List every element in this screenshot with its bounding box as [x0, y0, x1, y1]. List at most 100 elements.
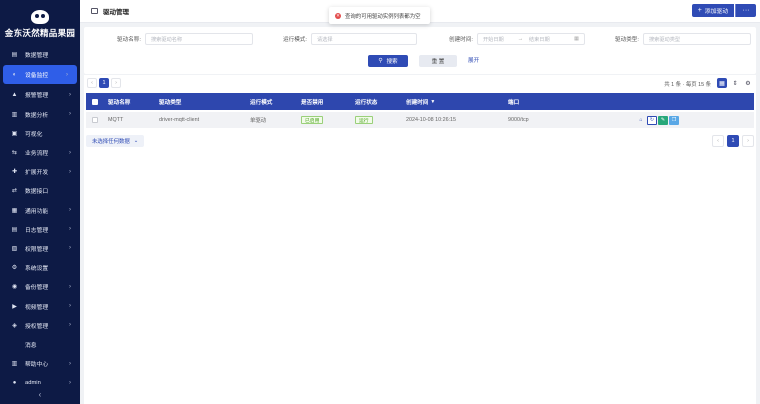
prev-page-button-bottom[interactable]: ‹ — [712, 135, 724, 147]
sidebar-item-13[interactable]: ▶ 视频管理 › — [0, 296, 80, 315]
sidebar-item-2[interactable]: ▲ 报警管理 › — [0, 85, 80, 104]
add-driver-label: 添加驱动 — [704, 9, 728, 15]
grid-view-icon[interactable]: ▦ — [717, 78, 727, 88]
run-mode-label: 运行模式: — [283, 37, 307, 43]
selection-note: 未选择任何数据 — [92, 139, 130, 145]
pagination-bottom: ‹ 1 › — [712, 135, 754, 147]
sidebar-item-label: 权限管理 — [25, 246, 49, 253]
copy-icon[interactable]: ❐ — [669, 115, 679, 125]
chevron-right-icon: › — [69, 283, 71, 290]
search-button[interactable]: ⚲ 搜索 — [368, 55, 408, 67]
table-panel: ‹ 1 › 共 1 条 · 每页 15 条 ▦ ⇕ ⚙ 驱动名称 驱动类型 运行… — [84, 75, 756, 404]
chevron-left-icon: ‹ — [38, 389, 42, 399]
edit-icon[interactable]: ✎ — [658, 115, 668, 125]
col-run-status[interactable]: 运行状态 — [355, 93, 377, 110]
logo: 金东沃然精品果园 — [0, 0, 80, 42]
chevron-right-icon: › — [69, 303, 71, 310]
cell-run-mode: 单驱动 — [250, 118, 267, 124]
chevron-right-icon: › — [66, 71, 68, 78]
sidebar-menu: ▤ 数据管理 ◐ 设备监控 › ▲ 报警管理 › ▥ 数据分析 › ▣ 可视化 ⇆ 业务流程 › ✚ 扩展开发 › ⇄… — [0, 45, 80, 392]
prev-page-button[interactable]: ‹ — [87, 78, 97, 88]
sidebar-item-label: 设备监控 — [25, 73, 49, 80]
chevron-down-icon: ⌄ — [133, 138, 139, 144]
sidebar-item-label: 扩展开发 — [25, 170, 49, 177]
run-mode-placeholder: 请选择 — [316, 36, 333, 43]
sidebar-item-15[interactable]: 消息 — [0, 335, 80, 354]
sidebar-item-14[interactable]: ◈ 授权管理 › — [0, 316, 80, 335]
common-icon: ▦ — [11, 207, 18, 214]
sidebar-item-12[interactable]: ◉ 备份管理 › — [0, 277, 80, 296]
cell-disabled: 已启用 — [301, 112, 324, 128]
col-driver-name[interactable]: 驱动名称 — [108, 93, 130, 110]
driver-type-label: 驱动类型: — [615, 37, 639, 43]
analysis-icon: ▥ — [11, 111, 18, 118]
table-tools: ▦ ⇕ ⚙ — [717, 78, 753, 88]
delete-icon[interactable]: ⌂ — [636, 116, 646, 125]
sidebar-item-0[interactable]: ▤ 数据管理 — [0, 45, 80, 64]
created-time-field: 创建时间: 开始日期 → 结束日期 ▦ — [449, 33, 585, 45]
toast-message: 查询的可用驱动实例列表都为空 — [345, 13, 421, 20]
settings-icon[interactable]: ⚙ — [743, 78, 753, 88]
sidebar-item-7[interactable]: ⇄ 数据接口 — [0, 181, 80, 200]
sidebar-item-10[interactable]: ▧ 权限管理 › — [0, 239, 80, 258]
table-row[interactable]: MQTT driver-mqtt-client 单驱动 已启用 运行 2024-… — [86, 112, 754, 128]
running-badge: 运行 — [355, 116, 373, 124]
sidebar-item-1[interactable]: ◐ 设备监控 › — [3, 65, 77, 85]
sidebar-item-3[interactable]: ▥ 数据分析 › — [0, 105, 80, 124]
sidebar-item-8[interactable]: ▦ 通用功能 › — [0, 201, 80, 220]
row-checkbox[interactable] — [92, 112, 98, 128]
monitor-icon: ◐ — [12, 71, 17, 78]
permission-icon: ▧ — [11, 245, 18, 252]
sidebar-item-label: 业务流程 — [25, 151, 49, 158]
sort-desc-icon: ▼ — [430, 98, 436, 105]
add-driver-button[interactable]: + 添加驱动 — [691, 4, 734, 17]
created-time-label: 创建时间: — [449, 37, 473, 43]
search-panel: 驱动名称: 搜索驱动名称 运行模式: 请选择 创建时间: 开始日期 → 结束日期… — [84, 27, 756, 74]
sidebar-item-label: 数据分析 — [25, 112, 49, 119]
col-driver-type[interactable]: 驱动类型 — [159, 93, 181, 110]
pagination-info: 共 1 条 · 每页 15 条 — [664, 82, 711, 88]
sidebar-item-label: 系统设置 — [25, 266, 49, 273]
page-1-button[interactable]: 1 — [99, 78, 109, 88]
next-page-button-bottom[interactable]: › — [742, 135, 754, 147]
driver-name-input[interactable]: 搜索驱动名称 — [144, 33, 253, 45]
date-range-input[interactable]: 开始日期 → 结束日期 ▦ — [476, 33, 585, 45]
cell-run-status: 运行 — [355, 112, 373, 128]
row-actions: ⌂ ↻ ✎ ❐ — [636, 112, 680, 128]
col-disabled[interactable]: 是否禁用 — [301, 93, 323, 110]
interface-icon: ⇄ — [11, 188, 18, 195]
select-all-checkbox[interactable] — [92, 93, 98, 110]
col-created-time[interactable]: 创建时间 ▼ — [406, 93, 435, 110]
end-date-placeholder: 结束日期 — [528, 36, 550, 43]
col-port[interactable]: 端口 — [508, 93, 519, 110]
column-height-icon[interactable]: ⇕ — [730, 78, 740, 88]
plus-icon: + — [697, 7, 702, 14]
logo-icon — [31, 10, 49, 24]
sidebar-item-5[interactable]: ⇆ 业务流程 › — [0, 143, 80, 162]
refresh-icon[interactable]: ↻ — [647, 115, 657, 125]
expand-button[interactable]: 展开 — [468, 56, 479, 64]
sidebar-item-16[interactable]: ▥ 帮助中心 › — [0, 354, 80, 373]
chevron-right-icon: › — [69, 360, 71, 367]
sidebar-item-label: 数据管理 — [25, 53, 49, 60]
driver-type-placeholder: 搜索驱动类型 — [648, 36, 681, 43]
col-run-mode[interactable]: 运行模式 — [250, 93, 272, 110]
driver-type-input[interactable]: 搜索驱动类型 — [642, 33, 751, 45]
page-1-button-bottom[interactable]: 1 — [727, 135, 739, 147]
sidebar-item-label: 通用功能 — [25, 208, 49, 215]
next-page-button[interactable]: › — [111, 78, 121, 88]
sidebar-item-6[interactable]: ✚ 扩展开发 › — [0, 162, 80, 181]
more-actions-button[interactable]: ··· — [735, 4, 756, 17]
run-mode-select[interactable]: 请选择 — [310, 33, 417, 45]
reset-button[interactable]: 重 置 — [419, 55, 457, 67]
collapse-sidebar-button[interactable]: ‹ — [0, 384, 80, 404]
selection-dropdown[interactable]: 未选择任何数据 ⌄ — [86, 135, 145, 147]
visual-icon: ▣ — [11, 130, 18, 137]
sidebar-item-11[interactable]: ⚙ 系统设置 — [0, 258, 80, 277]
sidebar-item-4[interactable]: ▣ 可视化 — [0, 124, 80, 143]
sidebar-item-label: 备份管理 — [25, 285, 49, 292]
sidebar-item-label: 报警管理 — [25, 93, 49, 100]
search-icon: ⚲ — [378, 58, 383, 64]
cell-driver-name: MQTT — [108, 117, 124, 123]
sidebar-item-9[interactable]: ▤ 日志管理 › — [0, 220, 80, 239]
